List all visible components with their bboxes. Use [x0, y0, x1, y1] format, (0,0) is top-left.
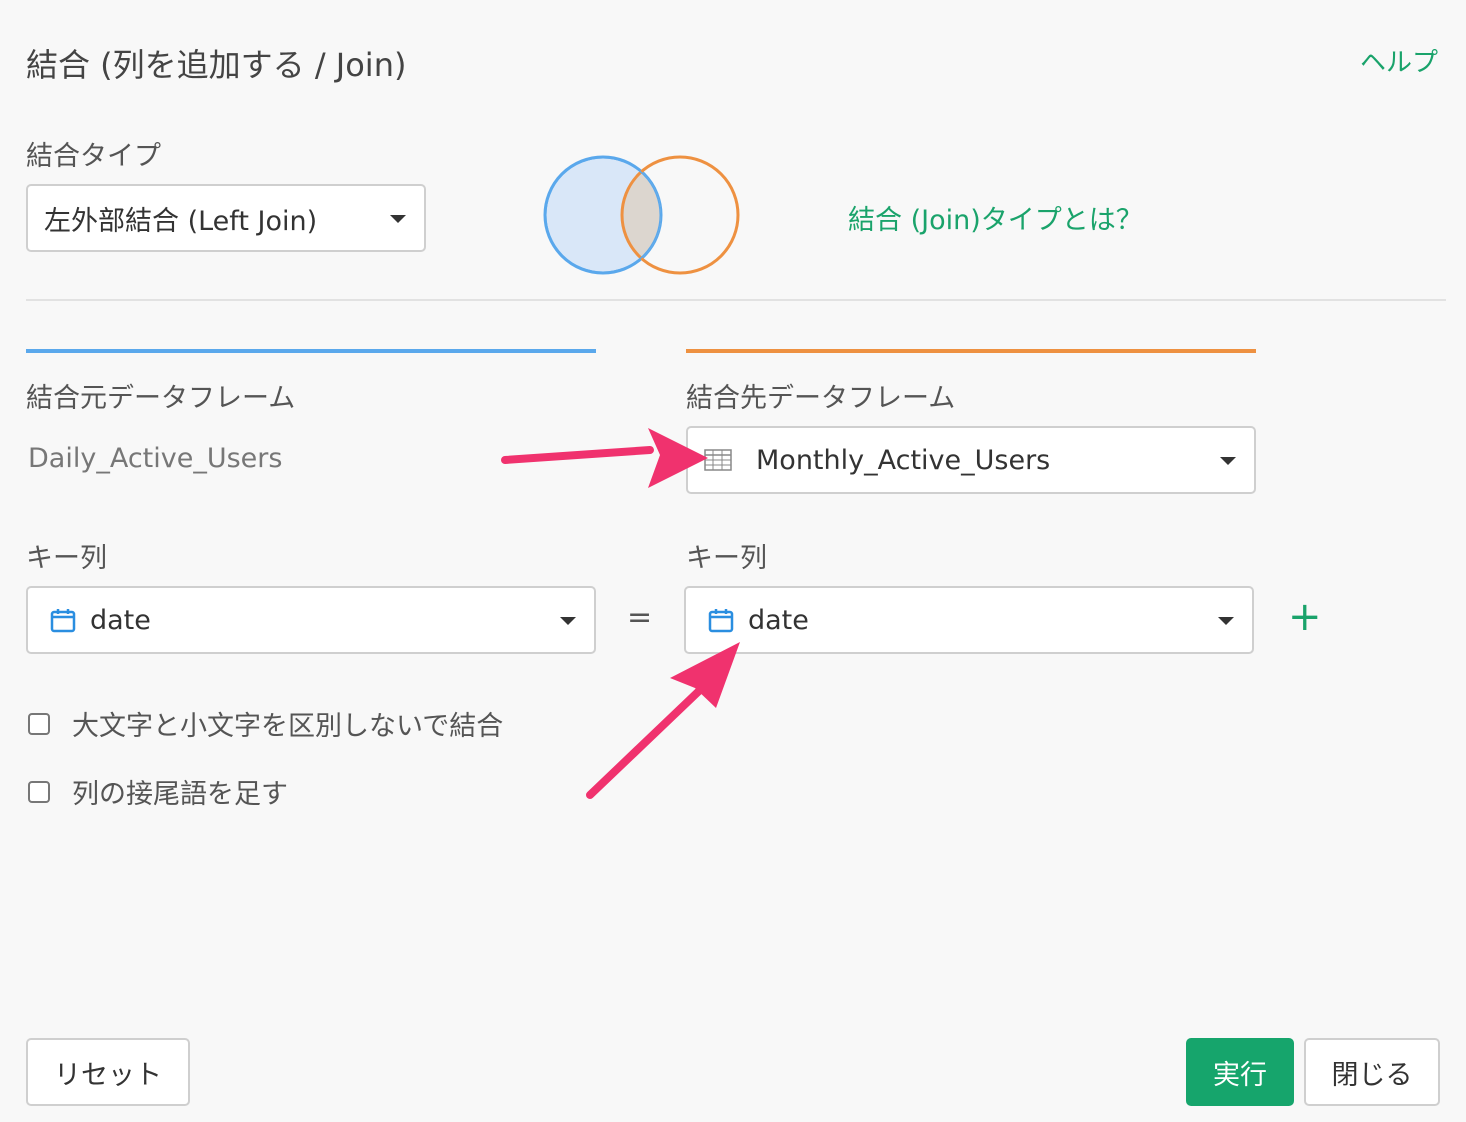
- add-suffix-label: 列の接尾語を足す: [72, 779, 288, 810]
- target-dataframe-selected: Monthly_Active_Users: [756, 444, 1051, 476]
- join-type-select[interactable]: 左外部結合 (Left Join): [26, 184, 426, 252]
- source-key-select[interactable]: date: [26, 586, 596, 654]
- arrow-to-target-key: [586, 642, 740, 799]
- case-insensitive-checkbox[interactable]: [28, 712, 50, 735]
- chevron-down-icon: [1218, 617, 1234, 625]
- target-accent-bar: [686, 349, 1256, 353]
- source-dataframe-label: 結合元データフレーム: [26, 383, 296, 414]
- add-key-button[interactable]: +: [1288, 597, 1322, 637]
- source-dataframe-name: Daily_Active_Users: [28, 443, 283, 474]
- case-insensitive-label: 大文字と小文字を区別しないで結合: [72, 711, 504, 742]
- chevron-down-icon: [560, 617, 576, 625]
- source-key-label: キー列: [26, 543, 107, 574]
- arrow-to-target-dataframe: [501, 428, 708, 488]
- join-dialog: 結合 (列を追加する / Join) ヘルプ 結合タイプ 左外部結合 (Left…: [0, 0, 1466, 1122]
- target-dataframe-select[interactable]: Monthly_Active_Users: [686, 426, 1256, 494]
- table-icon: [704, 449, 732, 471]
- run-button[interactable]: 実行: [1186, 1038, 1294, 1106]
- target-key-select[interactable]: date: [684, 586, 1254, 654]
- help-link[interactable]: ヘルプ: [1360, 42, 1438, 79]
- chevron-down-icon: [390, 215, 406, 223]
- add-suffix-checkbox[interactable]: [28, 780, 50, 803]
- source-key-selected: date: [90, 604, 151, 636]
- close-button[interactable]: 閉じる: [1304, 1038, 1440, 1106]
- venn-diagram-icon: [543, 155, 740, 275]
- join-type-selected: 左外部結合 (Left Join): [44, 205, 318, 237]
- chevron-down-icon: [1220, 457, 1236, 465]
- join-type-help-link[interactable]: 結合 (Join)タイプとは？: [848, 198, 1143, 237]
- join-type-label: 結合タイプ: [26, 141, 161, 172]
- calendar-icon: [50, 607, 76, 633]
- add-suffix-option[interactable]: 列の接尾語を足す: [28, 772, 288, 811]
- case-insensitive-option[interactable]: 大文字と小文字を区別しないで結合: [28, 704, 503, 743]
- equals-sign: =: [627, 600, 653, 635]
- source-accent-bar: [26, 349, 596, 353]
- reset-button[interactable]: リセット: [26, 1038, 190, 1106]
- target-dataframe-label: 結合先データフレーム: [686, 383, 956, 414]
- target-key-selected: date: [748, 604, 809, 636]
- page-title: 結合 (列を追加する / Join): [26, 46, 407, 84]
- divider: [26, 299, 1446, 301]
- target-key-label: キー列: [686, 543, 767, 574]
- calendar-icon: [708, 607, 734, 633]
